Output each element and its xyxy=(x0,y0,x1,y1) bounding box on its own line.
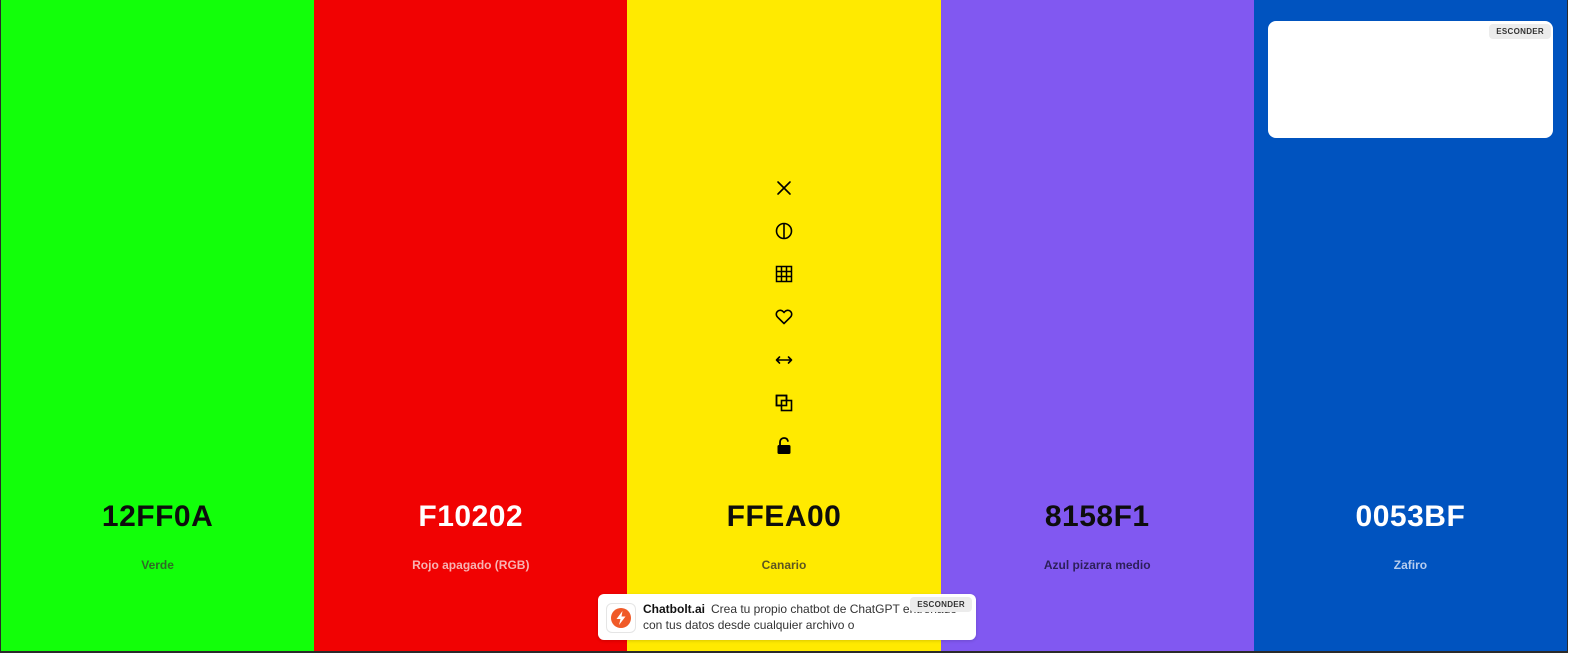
contrast-icon[interactable] xyxy=(772,219,796,243)
drag-horizontal-icon[interactable] xyxy=(772,348,796,372)
swatch-toolbar xyxy=(772,176,796,477)
swatch-canario[interactable]: FFEA00 Canario xyxy=(627,0,941,651)
swatch-hex[interactable]: FFEA00 xyxy=(627,500,940,534)
swatch-hex[interactable]: F10202 xyxy=(314,500,627,534)
sponsored-banner[interactable]: Chatbolt.ai Crea tu propio chatbot de Cha… xyxy=(598,594,976,640)
unlock-icon[interactable] xyxy=(772,434,796,458)
heart-icon[interactable] xyxy=(772,305,796,329)
close-icon[interactable] xyxy=(772,176,796,200)
chatbolt-logo-icon xyxy=(606,603,636,633)
swatch-verde[interactable]: 12FF0A Verde xyxy=(1,0,315,651)
hide-banner-button[interactable]: ESCONDER xyxy=(910,597,972,612)
ad-placeholder[interactable]: ESCONDER xyxy=(1268,21,1553,138)
swatch-color-name[interactable]: Rojo apagado (RGB) xyxy=(314,558,627,572)
hide-ad-button[interactable]: ESCONDER xyxy=(1489,24,1551,39)
swatch-rojo-apagado[interactable]: F10202 Rojo apagado (RGB) xyxy=(314,0,628,651)
swatch-hex[interactable]: 0053BF xyxy=(1254,500,1567,534)
copy-icon[interactable] xyxy=(772,391,796,415)
swatch-color-name[interactable]: Canario xyxy=(627,558,940,572)
swatch-color-name[interactable]: Zafiro xyxy=(1254,558,1567,572)
swatch-color-name[interactable]: Azul pizarra medio xyxy=(941,558,1254,572)
swatch-azul-pizarra-medio[interactable]: 8158F1 Azul pizarra medio xyxy=(940,0,1254,651)
swatch-hex[interactable]: 8158F1 xyxy=(941,500,1254,534)
grid-icon[interactable] xyxy=(772,262,796,286)
ad-brand[interactable]: Chatbolt.ai xyxy=(643,602,705,616)
swatch-color-name[interactable]: Verde xyxy=(1,558,314,572)
swatch-hex[interactable]: 12FF0A xyxy=(1,500,314,534)
